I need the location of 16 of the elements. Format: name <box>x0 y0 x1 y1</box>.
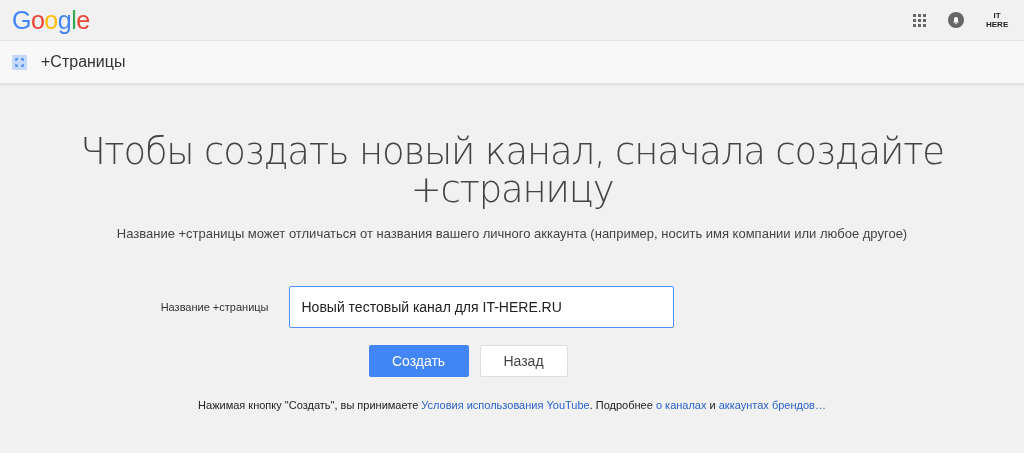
terms-notice: Нажимая кнопку "Создать", вы принимаете Условия использования YouTube. Подробнее о каналах и аккаунтах брендов… <box>198 399 826 411</box>
link[interactable]: Условия использования YouTube <box>421 399 590 411</box>
subtitle: Название +страницы может отличаться от названия вашего личного аккаунта (например, носить имя компании или любое другое) <box>116 226 908 241</box>
create-button[interactable]: Создать <box>368 345 469 377</box>
account-avatar[interactable]: IT HERE <box>986 11 1008 29</box>
google-logo[interactable]: Google <box>12 5 90 35</box>
back-button[interactable]: Назад <box>479 345 568 377</box>
pages-icon[interactable] <box>12 54 27 70</box>
field-label: Название +страницы <box>159 301 269 313</box>
page-heading: Чтобы создать новый канал, сначала создайте +страницу <box>79 133 945 209</box>
link[interactable]: о каналах <box>655 399 707 411</box>
page-title: +Страницы <box>41 53 126 71</box>
link[interactable]: аккаунтах брендов… <box>718 399 826 411</box>
page-name-field[interactable]: Новый тестовый канал для IT-HERE.RU <box>288 286 674 328</box>
notifications-bell-icon[interactable] <box>948 12 964 28</box>
apps-grid-icon[interactable] <box>913 13 926 27</box>
